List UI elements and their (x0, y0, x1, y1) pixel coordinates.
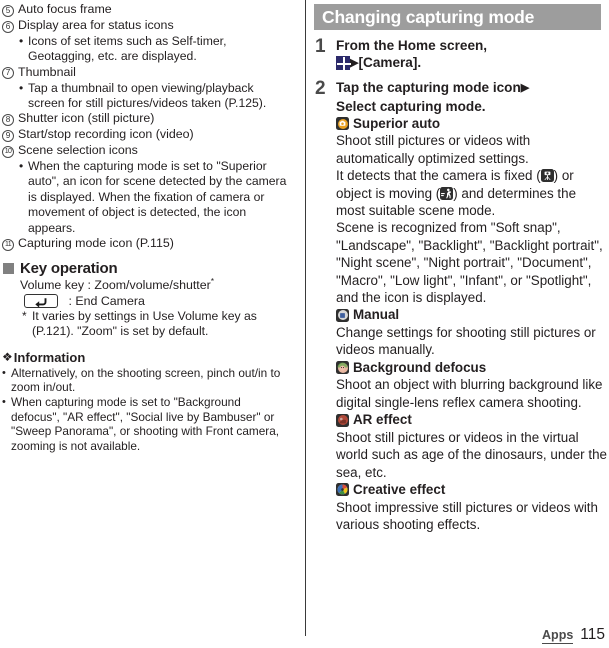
volume-key-asterisk: * (210, 275, 215, 286)
sub-bullet-text: When the capturing mode is set to "Super… (28, 159, 287, 235)
ar-effect-icon (336, 413, 349, 427)
sub-bullet-text: Tap a thumbnail to open viewing/playback… (28, 80, 267, 110)
app-grid-icon[interactable] (336, 56, 351, 72)
tripod-fixed-icon (540, 169, 554, 183)
item-text-9: Start/stop recording icon (video) (18, 127, 194, 142)
step-2-number: 2 (315, 78, 326, 100)
step-1: 1 From the Home screen, ▶[Camera]. (314, 37, 607, 72)
item-number-11: 11 (2, 238, 14, 251)
mode-manual: Manual (336, 306, 607, 324)
list-item: 11 Capturing mode icon (P.115) (2, 236, 292, 251)
manual-mode-icon (336, 308, 349, 322)
sub-bullet: • Icons of set items such as Self-timer,… (19, 34, 292, 65)
left-column: 5 Auto focus frame 6 Display area for st… (0, 0, 296, 648)
step-1-number: 1 (315, 36, 326, 57)
step-2-line1: Tap the capturing mode icon (336, 80, 521, 96)
footnote-marker: * (22, 308, 27, 323)
section-marker-icon (3, 262, 14, 274)
step-1-line2: [Camera]. (358, 55, 422, 71)
volume-key-text: Volume key : Zoom/volume/shutter (20, 277, 211, 292)
back-arrow-key-icon (24, 293, 58, 308)
mode-superior-auto-desc-3: Scene is recognized from "Soft snap", "L… (336, 220, 603, 306)
information-bullet: • When capturing mode is set to "Backgro… (2, 395, 292, 453)
footer-chapter-label: Apps (542, 628, 574, 644)
key-operation-label: Key operation (20, 259, 118, 277)
creative-effect-icon (336, 483, 349, 497)
item-text-10: Scene selection icons (18, 143, 138, 158)
bullet-dot: • (19, 159, 24, 174)
list-item: 5 Auto focus frame (2, 2, 292, 17)
list-item: 9 Start/stop recording icon (video) (2, 127, 292, 142)
item-number-10: 10 (2, 145, 14, 158)
volume-key-line: Volume key : Zoom/volume/shutter* (20, 275, 292, 293)
mode-creative-effect: Creative effect (336, 481, 607, 499)
list-item: 8 Shutter icon (still picture) (2, 111, 292, 126)
superior-auto-icon (336, 117, 349, 131)
mode-background-defocus-name: Background defocus (353, 359, 487, 375)
section-title-bar: Changing capturing mode (314, 4, 601, 30)
item-text-11: Capturing mode icon (P.115) (18, 236, 174, 251)
item-text-5: Auto focus frame (18, 2, 112, 16)
mode-ar-effect: AR effect (336, 411, 607, 429)
mode-background-defocus-desc: Shoot an object with blurring background… (336, 377, 603, 410)
footnote-text: It varies by settings in Use Volume key … (32, 308, 257, 339)
key-operation-heading: Key operation (3, 260, 292, 277)
sub-bullet: • When the capturing mode is set to "Sup… (19, 159, 292, 236)
bullet-dot: • (2, 366, 6, 379)
item-text-7: Thumbnail (18, 64, 76, 79)
right-column: Changing capturing mode 1 From the Home … (314, 0, 609, 648)
bullet-dot: • (19, 33, 24, 48)
item-text-8: Shutter icon (still picture) (18, 111, 155, 126)
item-number-7: 7 (2, 67, 14, 80)
information-bullet-text: Alternatively, on the shooting screen, p… (11, 365, 281, 395)
page-number: 115 (580, 626, 605, 643)
step-1-body: From the Home screen, ▶[Camera]. (336, 37, 607, 72)
mode-creative-effect-desc: Shoot impressive still pictures or video… (336, 499, 598, 533)
mode-superior-auto: Superior auto (336, 115, 607, 133)
mode-ar-effect-desc: Shoot still pictures or videos in the vi… (336, 429, 607, 480)
list-item: 10 Scene selection icons (2, 143, 292, 158)
item-text-6: Display area for status icons (18, 17, 174, 32)
list-item: 6 Display area for status icons (2, 18, 292, 33)
item-number-5: 5 (2, 4, 14, 17)
bullet-dot: • (2, 395, 6, 408)
mode-background-defocus: Background defocus (336, 359, 607, 377)
mode-ar-effect-name: AR effect (353, 412, 412, 428)
list-item: 7 Thumbnail (2, 65, 292, 80)
manual-page: 5 Auto focus frame 6 Display area for st… (0, 0, 609, 648)
step-2: 2 Tap the capturing mode icon▶ Select ca… (314, 79, 607, 114)
sub-bullet: • Tap a thumbnail to open viewing/playba… (19, 81, 292, 112)
step-2-body: Tap the capturing mode icon▶ Select capt… (336, 79, 607, 114)
information-heading: ❖ Information (2, 350, 292, 365)
information-marker-icon: ❖ (2, 350, 13, 365)
mode-manual-name: Manual (353, 307, 400, 323)
information-bullet: • Alternatively, on the shooting screen,… (2, 366, 292, 395)
mode-creative-effect-name: Creative effect (353, 482, 446, 498)
information-bullet-text: When capturing mode is set to "Backgroun… (11, 394, 280, 453)
item-number-9: 9 (2, 129, 14, 142)
mode-superior-auto-name: Superior auto (353, 115, 441, 131)
back-key-line: : End Camera (20, 293, 292, 309)
step-1-line1: From the Home screen, (336, 38, 488, 53)
sub-bullet-text: Icons of set items such as Self-timer, G… (28, 33, 227, 64)
information-label: Information (13, 349, 86, 365)
mode-manual-desc: Change settings for shooting still pictu… (336, 325, 596, 358)
page-footer: Apps 115 (542, 626, 605, 644)
column-divider (305, 0, 306, 636)
moving-object-icon (440, 186, 454, 200)
item-number-6: 6 (2, 20, 14, 33)
background-defocus-icon (336, 361, 349, 375)
back-key-text: : End Camera (68, 293, 145, 308)
mode-superior-auto-desc-1: Shoot still pictures or videos with auto… (336, 133, 531, 166)
mode-superior-auto-desc-2: It detects that the camera is fixed ( ) … (336, 168, 577, 219)
key-operation-footnote: * It varies by settings in Use Volume ke… (22, 309, 292, 340)
item-number-8: 8 (2, 113, 14, 126)
bullet-dot: • (19, 80, 24, 95)
step-2-arrow: ▶ (520, 82, 530, 95)
step-2-line2: Select capturing mode. (336, 98, 486, 114)
